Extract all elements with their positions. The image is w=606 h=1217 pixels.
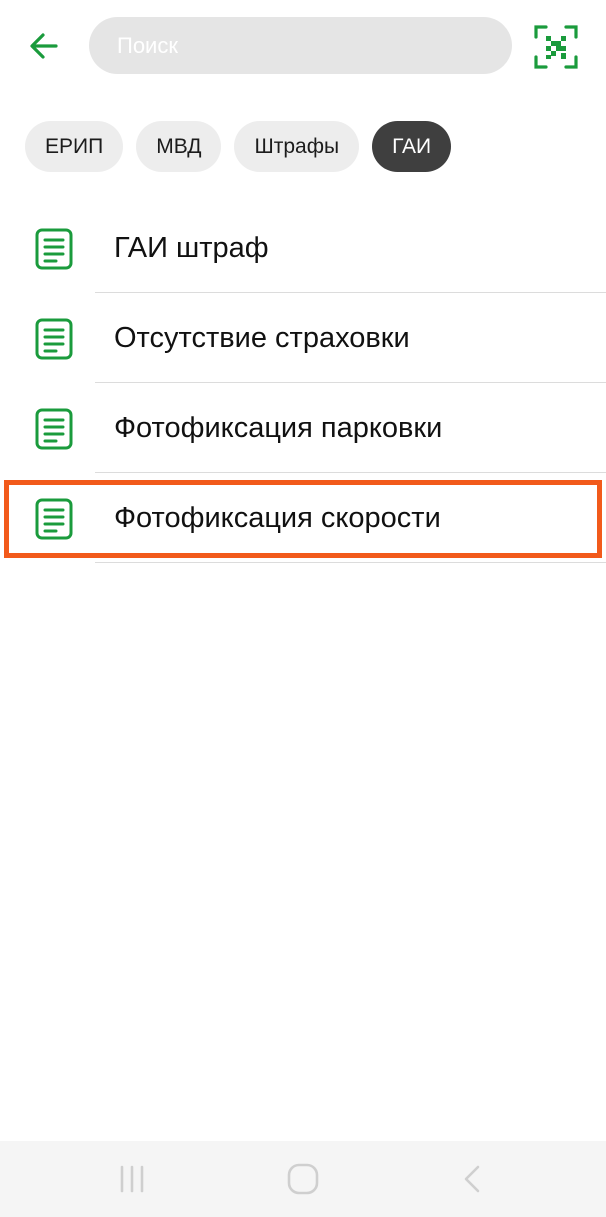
list-item-label: Отсутствие страховки [114,321,410,354]
top-bar [0,0,606,95]
search-input[interactable] [115,31,512,60]
home-button[interactable] [283,1159,323,1199]
nav-back-icon [464,1165,480,1193]
screen: ЕРИП МВД Штрафы ГАИ ГАИ штраф Отсутствие… [0,0,606,1217]
chip-fines[interactable]: Штрафы [234,121,360,172]
search-field[interactable] [89,17,512,74]
document-icon [35,408,73,450]
recent-apps-button[interactable] [112,1159,152,1199]
home-icon [287,1163,319,1195]
system-nav-bar [0,1141,606,1217]
back-arrow-icon [30,33,58,59]
list-item-speed-photo[interactable]: Фотофиксация скорости [0,473,606,563]
service-list: ГАИ штраф Отсутствие страховки Фотофикса… [0,203,606,563]
list-item-no-insurance[interactable]: Отсутствие страховки [0,293,606,383]
scan-button[interactable] [533,24,579,70]
chip-mvd[interactable]: МВД [136,121,222,172]
filter-chips: ЕРИП МВД Штрафы ГАИ [25,121,452,172]
qr-scan-icon [534,25,578,69]
divider [95,562,606,563]
document-icon [35,228,73,270]
list-item-label: Фотофиксация скорости [114,501,441,534]
list-item-label: Фотофиксация парковки [114,411,443,444]
list-item-parking-photo[interactable]: Фотофиксация парковки [0,383,606,473]
list-item-gai-fine[interactable]: ГАИ штраф [0,203,606,293]
back-button[interactable] [22,26,66,66]
recent-apps-icon [120,1165,144,1193]
chip-erip[interactable]: ЕРИП [25,121,124,172]
chip-gai[interactable]: ГАИ [372,121,452,172]
list-item-label: ГАИ штраф [114,231,269,264]
document-icon [35,318,73,360]
document-icon [35,498,73,540]
nav-back-button[interactable] [452,1159,492,1199]
